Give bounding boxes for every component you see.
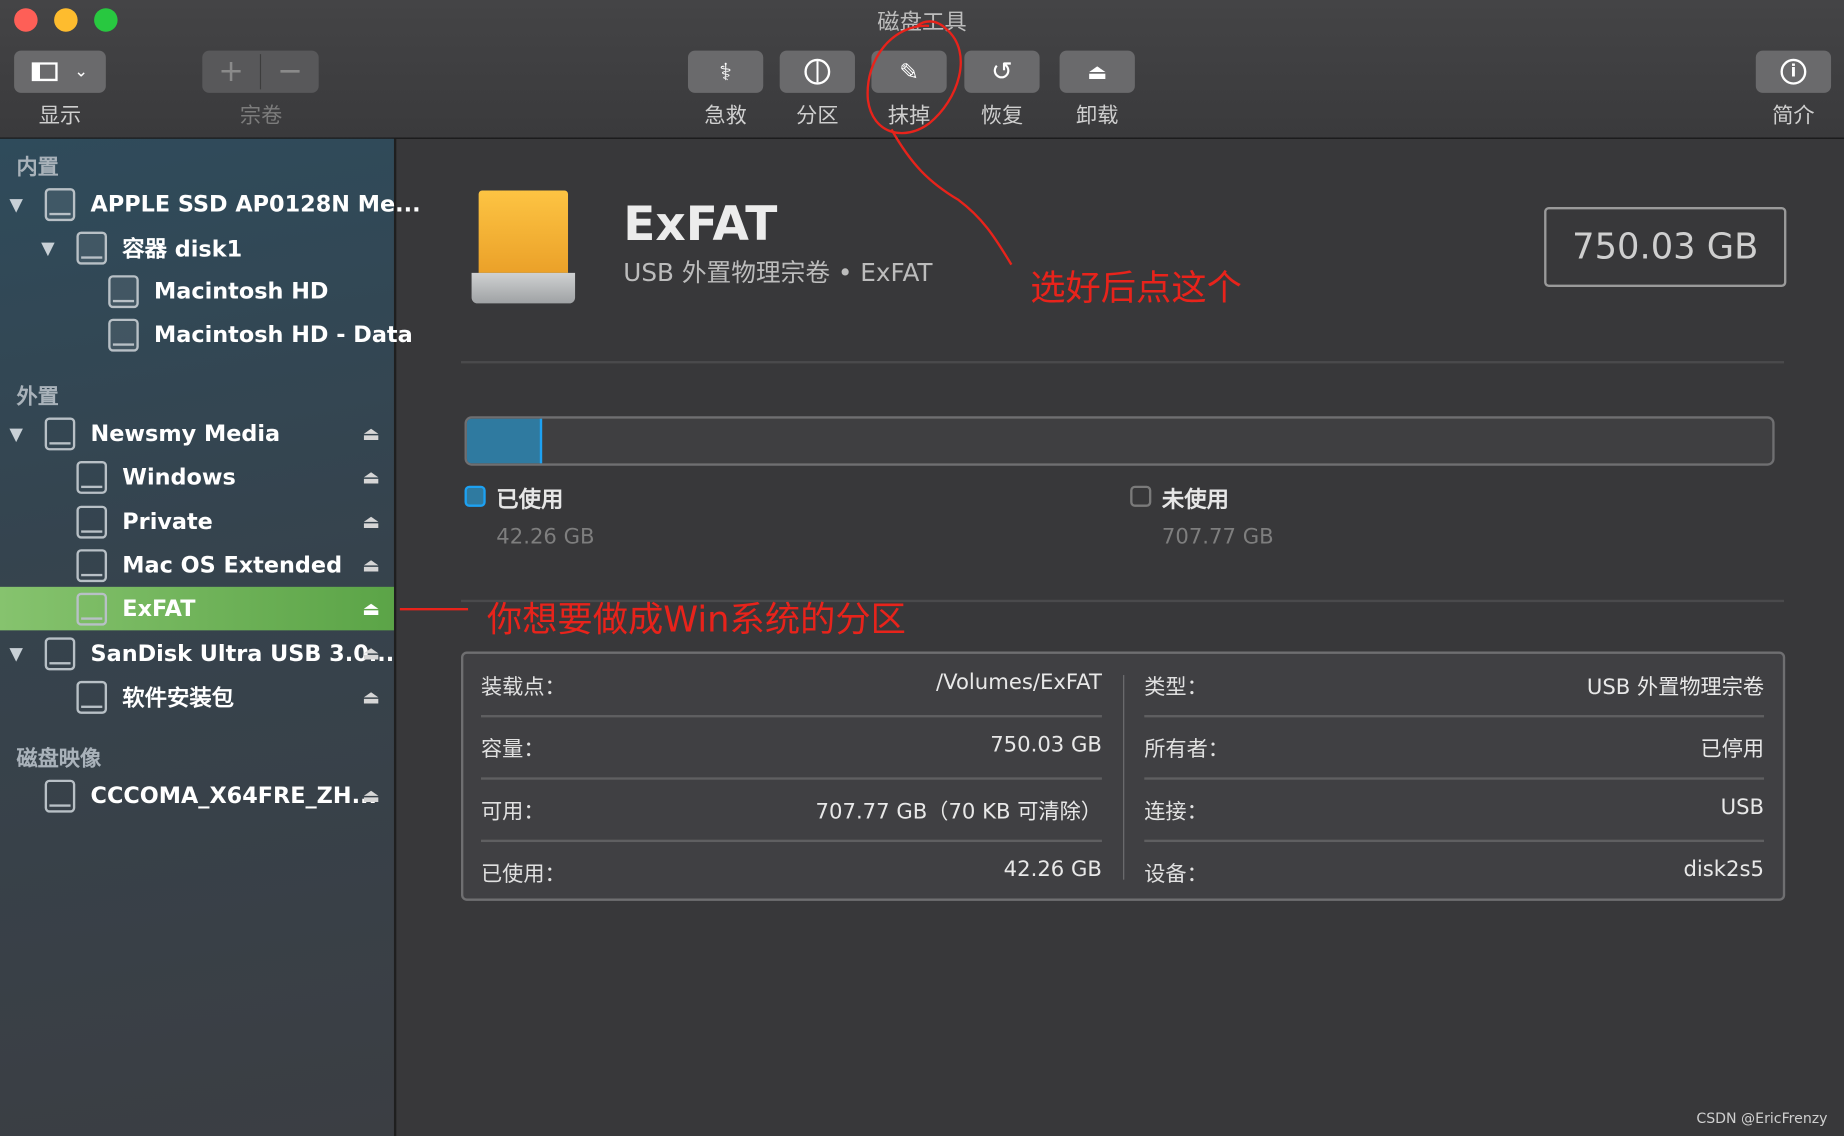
erase-hint-annotation: 选好后点这个 [1030, 268, 1242, 310]
annotation-overlay [399, 20, 1013, 611]
annotation-arrow-line [890, 128, 1013, 266]
annotation-circle [866, 20, 962, 135]
select-hint-annotation: 你想要做成Win系统的分区 [486, 599, 906, 641]
disk-utility-window: 磁盘工具 ⌄ 显示 + − 宗卷 ⚕ 急救 分区 ✎ 抹掉 ↺ 恢复 ⏏ 卸载 … [0, 0, 1844, 1136]
